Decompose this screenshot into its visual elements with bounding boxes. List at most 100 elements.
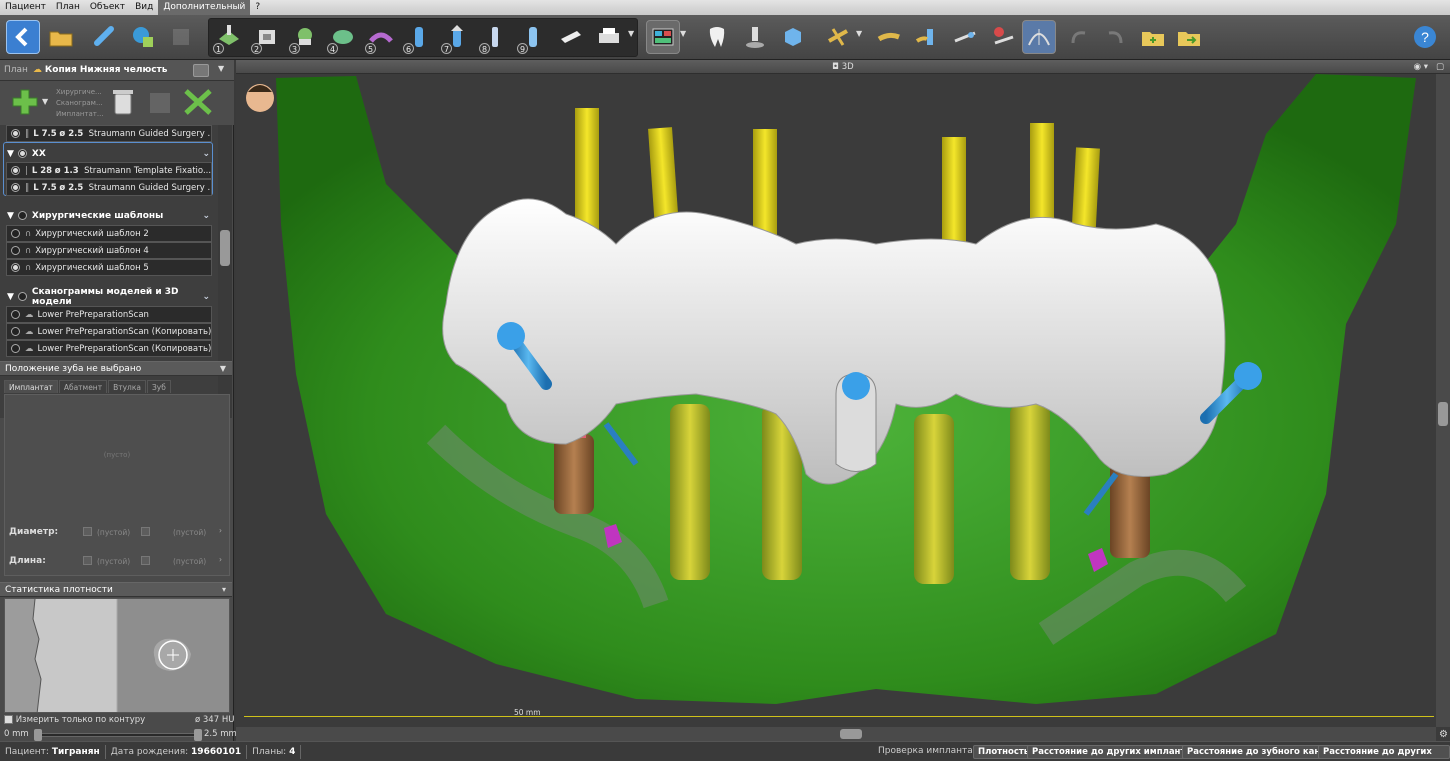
group-scans[interactable]: ▼ Сканограммы моделей и 3D модели ⌄ [4,287,214,307]
section-dropdown-icon[interactable]: ▾ [222,583,226,597]
section-dropdown-icon[interactable]: ▼ [220,362,226,376]
group-chevron-icon[interactable]: ⌄ [202,211,210,221]
group-radio[interactable] [17,211,27,220]
trash-icon[interactable] [108,86,138,118]
plan-menu-button[interactable] [193,64,209,77]
jaw-3d-model[interactable] [236,74,1436,727]
open-folder-button[interactable] [44,20,78,54]
step-6-button[interactable]: 6 [402,20,436,54]
group-chevron-icon[interactable]: ⌄ [202,149,210,159]
group-xx[interactable]: ▼ XX ⌄ [4,145,214,162]
expand-icon[interactable] [182,87,214,117]
implant-3[interactable] [914,414,954,584]
cut-tool-button[interactable] [822,20,856,54]
step-9-button[interactable]: 9 [516,20,550,54]
cut-dropdown-arrow-icon[interactable]: ▼ [856,29,864,45]
undo-button[interactable] [1062,20,1096,54]
sleeve-blue-tool-button[interactable] [910,20,944,54]
tree-row-scan-2[interactable]: ☁ Lower PrePreparationScan (Копировать) [6,323,212,340]
group-radio[interactable] [17,149,27,158]
diameter-checkbox-1[interactable] [83,527,92,536]
visibility-radio[interactable] [11,246,20,255]
layout-button[interactable] [646,20,680,54]
step-8-button[interactable]: 8 [478,20,512,54]
menu-help[interactable]: ? [250,0,265,15]
step-3-button[interactable]: 3 [288,20,322,54]
collapse-arrow-icon[interactable]: ▼ [7,149,14,159]
menu-view[interactable]: Вид [130,0,158,15]
group-surgical-templates[interactable]: ▼ Хирургические шаблоны ⌄ [4,207,214,224]
layout-dropdown-arrow-icon[interactable]: ▼ [680,29,688,45]
tooth-section-header[interactable]: Положение зуба не выбрано ▼ [0,361,232,376]
export-folder-button[interactable] [1172,20,1206,54]
import-folder-button[interactable] [1136,20,1170,54]
tree-row-guided-surgery-top[interactable]: ‖ L 7.5 ø 2.5 Straumann Guided Surgery .… [6,125,212,142]
sleeve-tool-button[interactable] [872,20,906,54]
collapse-arrow-icon[interactable]: ▼ [7,292,14,302]
tab-tooth[interactable]: Зуб [146,380,171,393]
step-2-button[interactable]: 2 [250,20,284,54]
menu-plan[interactable]: План [51,0,85,15]
tab-implant[interactable]: Имплантат [4,380,58,393]
menu-object[interactable]: Объект [85,0,130,15]
globe-button[interactable] [126,20,160,54]
link-button[interactable] [88,20,122,54]
group-chevron-icon[interactable]: ⌄ [202,292,210,302]
tree-row-scan-1[interactable]: ☁ Lower PrePreparationScan [6,306,212,323]
tree-row-template-fixation[interactable]: | L 28 ø 1.3 Straumann Template Fixatio.… [6,162,212,179]
range-track[interactable] [40,733,198,737]
contour-checkbox[interactable] [4,715,13,724]
pin-head-right[interactable] [1234,362,1262,390]
settings-gear-icon[interactable]: ⚙ [1439,729,1448,740]
diameter-arrow-icon[interactable]: › [219,526,222,535]
add-dropdown-icon[interactable]: ▼ [42,97,48,106]
add-plus-icon[interactable] [10,87,40,117]
visibility-radio[interactable] [11,263,20,272]
range-handle-left[interactable] [34,729,42,741]
tree-row-template-5[interactable]: ∩ Хирургический шаблон 5 [6,259,212,276]
density-section-header[interactable]: Статистика плотности ▾ [0,582,232,597]
sleeve-distance-button[interactable]: Расстояние до других втулок [1318,745,1450,761]
tree-row-template-4[interactable]: ∩ Хирургический шаблон 4 [6,242,212,259]
check-icon[interactable] [146,89,174,117]
arch-tool-button[interactable] [1022,20,1056,54]
pin-head-left[interactable] [497,322,525,350]
vertical-scroll-thumb[interactable] [1438,402,1448,426]
collapse-arrow-icon[interactable]: ▼ [7,211,14,221]
visibility-radio[interactable] [11,344,20,353]
visibility-radio[interactable] [11,327,20,336]
pin-head-center[interactable] [842,372,870,400]
menu-additional[interactable]: Дополнительный [158,0,251,15]
horizontal-scroll-thumb[interactable] [840,729,862,739]
step-4-button[interactable]: 4 [326,20,360,54]
step-1-button[interactable]: 1 [212,20,246,54]
eye-icon[interactable]: ◉ ▾ [1414,60,1428,74]
group-radio[interactable] [17,292,27,301]
visibility-radio[interactable] [11,229,20,238]
viewport-3d[interactable]: ◘ 3D ◉ ▾ ▢ 50 mm ⚙ [236,60,1450,741]
plan-dropdown-icon[interactable]: ▼ [218,64,224,73]
viewport-horizontal-scrollbar[interactable] [236,727,1436,741]
tree-row-template-2[interactable]: ∩ Хирургический шаблон 2 [6,225,212,242]
density-check-button[interactable]: Плотность [973,745,1035,759]
tab-abutment[interactable]: Абатмент [58,380,108,393]
diameter-checkbox-2[interactable] [141,527,150,536]
step-5-button[interactable]: 5 [364,20,398,54]
step-7-button[interactable]: 7 [440,20,474,54]
tree-scrollbar-thumb[interactable] [220,230,230,266]
print-dropdown-arrow-icon[interactable]: ▼ [628,29,636,45]
surgical-guide[interactable] [442,198,1226,485]
implant-4[interactable] [1010,404,1050,580]
collision-tool-button[interactable] [986,20,1020,54]
print-button[interactable] [592,20,626,54]
disabled-tool-button[interactable] [164,20,198,54]
visibility-radio[interactable] [11,129,20,138]
tree-row-scan-3[interactable]: ☁ Lower PrePreparationScan (Копировать) … [6,340,212,357]
cube-tool-button[interactable] [776,20,810,54]
length-checkbox-1[interactable] [83,556,92,565]
guide-export-button[interactable] [554,20,588,54]
range-slider[interactable]: 0 mm 2.5 mm [4,729,237,741]
tooth-button[interactable] [700,20,734,54]
length-checkbox-2[interactable] [141,556,150,565]
implant-tool-button[interactable] [738,20,772,54]
